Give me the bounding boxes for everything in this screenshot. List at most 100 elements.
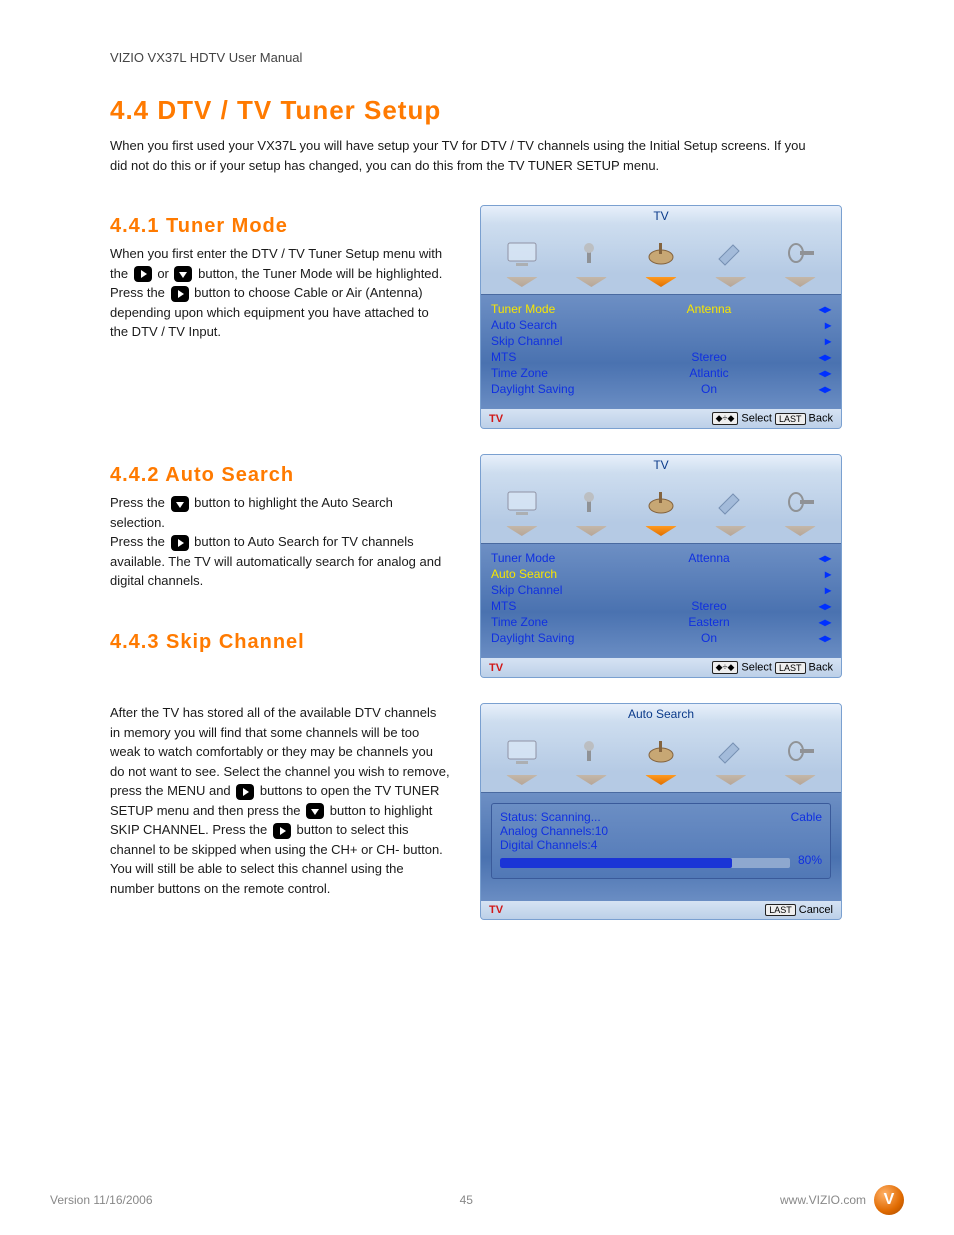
subsection-auto-search: 4.4.2 Auto Search [110, 464, 460, 487]
nav-last-key: LAST [775, 413, 806, 425]
chevron-down-icon [506, 526, 538, 536]
setup-icon [705, 732, 757, 772]
brand-logo-icon: V [874, 1185, 904, 1215]
picture-icon [496, 234, 548, 274]
menu-row: Time ZoneAtlantic◂▸ [491, 365, 831, 381]
chevron-down-icon [575, 775, 607, 785]
left-right-arrow-icon: ◂▸ [807, 382, 831, 396]
osd-footer-controls: LASTCancel [765, 904, 833, 916]
left-right-arrow-icon: ◂▸ [807, 366, 831, 380]
footer-page-number: 45 [460, 1193, 473, 1207]
setup-icon [705, 483, 757, 523]
skip-channel-text: After the TV has stored all of the avail… [110, 703, 450, 898]
osd-footer-source: TV [489, 904, 503, 916]
menu-row: Skip Channel ▸ [491, 333, 831, 349]
chevron-down-icon [645, 277, 677, 287]
progress-percent: 80% [798, 853, 822, 867]
left-right-arrow-icon: ◂▸ [807, 631, 831, 645]
audio-icon [565, 234, 617, 274]
tuner-mode-p4: Press the [110, 285, 169, 300]
left-right-arrow-icon: ◂▸ [807, 551, 831, 565]
menu-value: Antenna [654, 302, 764, 316]
right-arrow-icon: ▸ [807, 567, 831, 581]
scan-status: Status: Scanning... [500, 810, 601, 824]
parental-icon [774, 234, 826, 274]
osd-footer-controls: ◆÷◆Select LASTBack [712, 412, 833, 425]
left-right-arrow-icon: ◂▸ [807, 302, 831, 316]
right-arrow-icon [134, 266, 152, 282]
section-title: 4.4 DTV / TV Tuner Setup [110, 95, 894, 126]
scan-status-box: Status: Scanning... Cable Analog Channel… [491, 803, 831, 879]
chevron-down-icon [715, 526, 747, 536]
right-arrow-icon [273, 823, 291, 839]
auto-search-p1: Press the [110, 495, 169, 510]
nav-last-key: LAST [775, 662, 806, 674]
osd-panel-auto-search: TV Tuner ModeAttenna◂▸Auto Search▸Skip C… [480, 454, 842, 678]
down-arrow-icon [174, 266, 192, 282]
progress-bar [500, 858, 790, 868]
menu-label: Time Zone [491, 615, 611, 629]
menu-value: Atlantic [654, 366, 764, 380]
menu-value: Stereo [654, 350, 764, 364]
osd-icon-row [481, 224, 841, 274]
tuner-mode-text: When you first enter the DTV / TV Tuner … [110, 244, 450, 342]
nav-select-key: ◆÷◆ [712, 412, 739, 425]
menu-row: Tuner ModeAntenna◂▸ [491, 301, 831, 317]
auto-search-text: Press the button to highlight the Auto S… [110, 493, 450, 591]
auto-search-p3: Press the [110, 534, 169, 549]
parental-icon [774, 732, 826, 772]
footer-version: Version 11/16/2006 [50, 1193, 153, 1207]
chevron-down-icon [784, 775, 816, 785]
menu-row: Daylight Saving On ◂▸ [491, 381, 831, 397]
tuner-icon [635, 483, 687, 523]
nav-select-key: ◆÷◆ [712, 661, 739, 674]
menu-row: Auto Search ▸ [491, 566, 831, 582]
footer-url: www.VIZIO.com [780, 1193, 866, 1207]
intro-text: When you first used your VX37L you will … [110, 136, 810, 175]
audio-icon [565, 732, 617, 772]
down-arrow-icon [306, 803, 324, 819]
picture-icon [496, 483, 548, 523]
osd-title: TV [481, 206, 841, 224]
menu-label: Auto Search [491, 567, 611, 581]
chevron-down-icon [645, 775, 677, 785]
menu-label: Auto Search [491, 318, 611, 332]
chevron-down-icon [715, 277, 747, 287]
setup-icon [705, 234, 757, 274]
audio-icon [565, 483, 617, 523]
menu-label: Skip Channel [491, 334, 611, 348]
tuner-mode-p3: button, the Tuner Mode will be highlight… [198, 266, 442, 281]
right-arrow-icon: ▸ [807, 334, 831, 348]
header-product: VIZIO VX37L HDTV User Manual [110, 50, 894, 65]
left-right-arrow-icon: ◂▸ [807, 599, 831, 613]
menu-row: MTSStereo◂▸ [491, 598, 831, 614]
digital-channels: Digital Channels:4 [500, 838, 822, 852]
menu-value: Attenna [654, 551, 764, 565]
menu-row: Time ZoneEastern◂▸ [491, 614, 831, 630]
chevron-down-icon [506, 277, 538, 287]
menu-label: Tuner Mode [491, 551, 611, 565]
scan-mode: Cable [791, 810, 822, 824]
chevron-down-icon [575, 526, 607, 536]
menu-label: MTS [491, 350, 611, 364]
right-arrow-icon [236, 784, 254, 800]
right-arrow-icon: ▸ [807, 583, 831, 597]
menu-value: On [654, 382, 764, 396]
menu-row: Skip Channel ▸ [491, 582, 831, 598]
right-arrow-icon [171, 286, 189, 302]
chevron-down-icon [784, 277, 816, 287]
menu-label: Daylight Saving [491, 382, 611, 396]
tuner-mode-p2: or [157, 266, 172, 281]
chevron-down-icon [645, 526, 677, 536]
osd-footer-controls: ◆÷◆Select LASTBack [712, 661, 833, 674]
osd-panel-auto-search-progress: Auto Search [480, 703, 842, 920]
menu-row: Auto Search ▸ [491, 317, 831, 333]
right-arrow-icon: ▸ [807, 318, 831, 332]
chevron-down-icon [715, 775, 747, 785]
menu-label: MTS [491, 599, 611, 613]
menu-row: MTS Stereo ◂▸ [491, 349, 831, 365]
nav-last-key: LAST [765, 904, 796, 916]
menu-label: Skip Channel [491, 583, 611, 597]
left-right-arrow-icon: ◂▸ [807, 350, 831, 364]
menu-row: Daylight SavingOn◂▸ [491, 630, 831, 646]
